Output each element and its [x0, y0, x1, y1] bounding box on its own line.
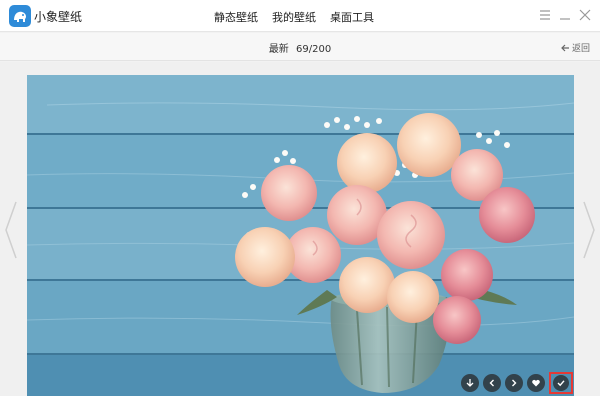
wallpaper-viewer — [0, 62, 600, 396]
chevron-right-icon — [583, 201, 595, 259]
counter-value: 69/200 — [296, 44, 332, 55]
menu-button[interactable] — [536, 6, 554, 24]
minimize-button[interactable] — [556, 6, 574, 24]
set-wallpaper-circle — [553, 375, 569, 391]
back-label: 返回 — [571, 44, 590, 54]
chevron-left-icon — [489, 379, 494, 387]
previous-button[interactable] — [483, 374, 501, 392]
nav-static-wallpaper[interactable]: 静态壁纸 — [214, 9, 258, 25]
download-button[interactable] — [461, 374, 479, 392]
next-button[interactable] — [505, 374, 523, 392]
download-icon — [466, 379, 474, 387]
category-label: 最新 — [268, 44, 289, 55]
menu-icon — [540, 10, 550, 20]
title-bar: 小象壁纸 静态壁纸 我的壁纸 桌面工具 — [0, 0, 600, 32]
close-icon — [579, 9, 591, 21]
image-counter: 最新 69/200 — [0, 40, 600, 55]
favorite-button[interactable] — [527, 374, 545, 392]
elephant-logo-icon — [9, 5, 31, 27]
chevron-left-icon — [5, 201, 17, 259]
top-nav: 静态壁纸 我的壁纸 桌面工具 — [214, 9, 374, 25]
heart-icon — [532, 379, 540, 387]
sub-header: 最新 69/200 返回 — [0, 33, 600, 61]
wallpaper-toolbar — [461, 372, 573, 394]
prev-wallpaper-button[interactable] — [4, 200, 18, 260]
next-wallpaper-button[interactable] — [582, 200, 596, 260]
back-arrow-icon — [561, 44, 569, 51]
minimize-icon — [560, 18, 570, 20]
app-name: 小象壁纸 — [34, 10, 83, 24]
close-button[interactable] — [576, 6, 594, 24]
nav-desktop-tools[interactable]: 桌面工具 — [330, 9, 374, 25]
chevron-right-icon — [512, 379, 517, 387]
wallpaper-image — [27, 75, 574, 396]
back-button[interactable]: 返回 — [560, 41, 590, 54]
nav-my-wallpaper[interactable]: 我的壁纸 — [272, 9, 316, 25]
set-wallpaper-button[interactable] — [549, 372, 573, 394]
check-icon — [557, 380, 565, 387]
